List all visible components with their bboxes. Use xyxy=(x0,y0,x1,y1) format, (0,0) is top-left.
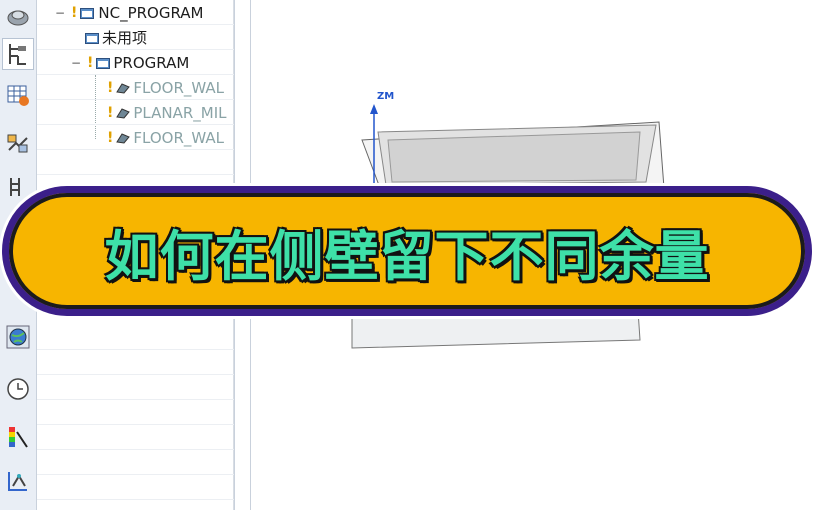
zm-axis-label: ZM xyxy=(377,91,395,102)
title-banner: 如何在侧壁留下不同余量 xyxy=(2,186,812,316)
banner-title: 如何在侧壁留下不同余量 xyxy=(104,224,710,288)
